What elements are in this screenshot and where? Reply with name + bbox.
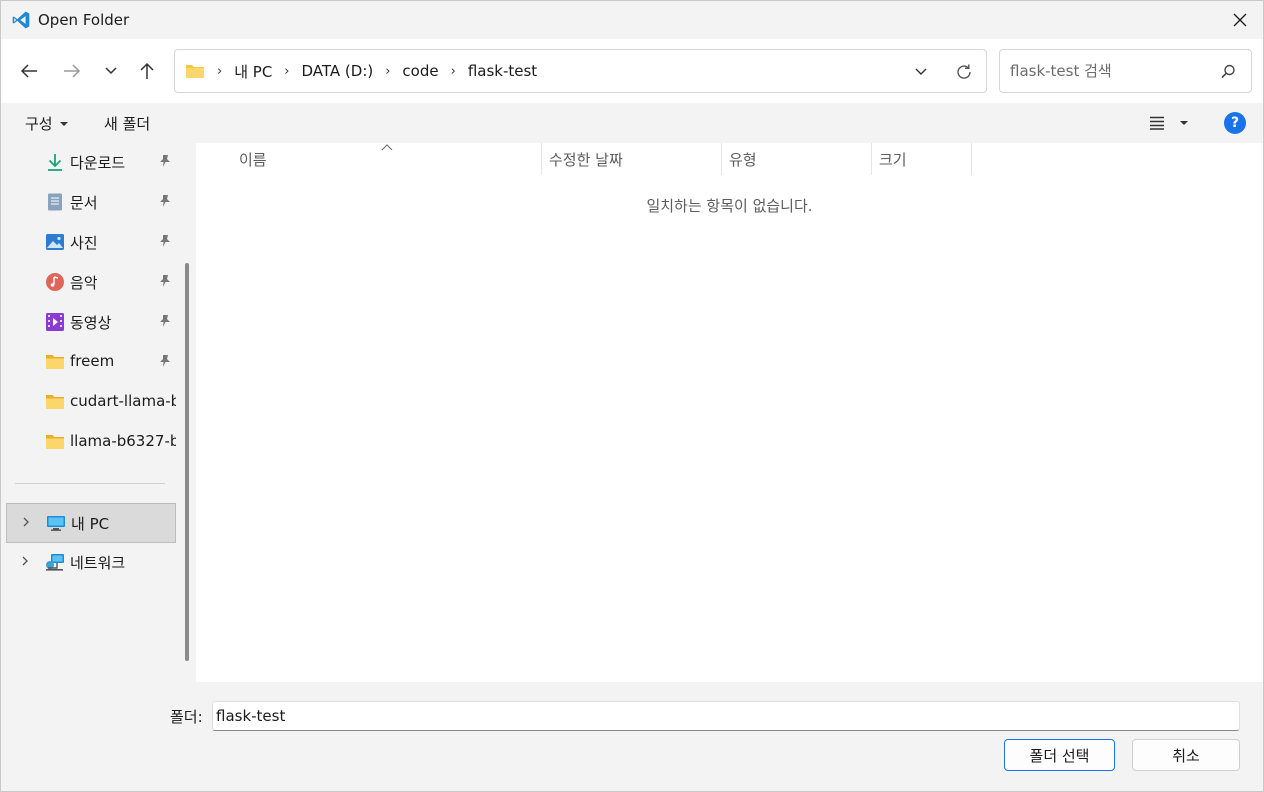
chevron-down-icon [105, 67, 117, 75]
chevron-right-icon[interactable] [20, 516, 32, 528]
column-label: 유형 [729, 150, 757, 169]
search-box [999, 49, 1252, 93]
view-options-button[interactable] [1144, 111, 1194, 135]
sidebar-item-freem[interactable]: freem [1, 343, 181, 381]
folder-icon [46, 435, 64, 449]
breadcrumb-item[interactable]: 내 PC [234, 61, 272, 82]
column-divider[interactable] [971, 143, 972, 175]
sidebar-item-videos[interactable]: 동영상 [1, 303, 181, 341]
close-icon [1233, 13, 1247, 27]
sidebar-item-downloads[interactable]: 다운로드 [1, 143, 181, 181]
organize-button[interactable]: 구성 [25, 113, 69, 134]
command-bar: 구성 새 폴더 ? [1, 103, 1263, 143]
sidebar-item-cudart[interactable]: cudart-llama-bi [1, 383, 181, 421]
caret-down-icon [59, 121, 68, 126]
refresh-icon [957, 64, 971, 79]
column-header-size[interactable]: 크기 [879, 143, 969, 175]
column-label: 크기 [879, 150, 907, 169]
sidebar-item-network[interactable]: 네트워크 [1, 543, 181, 581]
sidebar-item-label: 네트워크 [70, 554, 126, 572]
sidebar-item-documents[interactable]: 문서 [1, 183, 181, 221]
caret-down-icon [1180, 121, 1188, 125]
vscode-icon [12, 11, 30, 29]
scrollbar-thumb[interactable] [185, 263, 189, 661]
chevron-right-icon: › [450, 63, 456, 79]
empty-message: 일치하는 항목이 없습니다. [646, 197, 813, 215]
search-input[interactable] [1010, 60, 1210, 82]
title-bar: Open Folder [1, 1, 1263, 39]
organize-label: 구성 [25, 115, 53, 133]
arrow-right-icon [64, 64, 81, 78]
navigation-pane: 다운로드 문서 사진 음악 동영상 freem cudart-llama-bi … [1, 143, 196, 682]
dialog-footer: 폴더: 폴더 선택 취소 [1, 682, 1263, 791]
select-folder-button[interactable]: 폴더 선택 [1004, 739, 1115, 771]
column-header-name[interactable]: 이름 [239, 143, 539, 175]
divider [15, 483, 165, 484]
folder-label: 폴더: [170, 708, 203, 726]
address-history-button[interactable] [909, 62, 933, 82]
column-divider[interactable] [871, 143, 872, 175]
new-folder-button[interactable]: 새 폴더 [104, 113, 150, 134]
breadcrumb-item[interactable]: flask-test [468, 62, 537, 80]
folder-icon [46, 355, 64, 369]
navigation-bar: › 내 PC › DATA (D:) › code › flask-test [1, 39, 1263, 103]
sidebar-item-label: 내 PC [71, 515, 110, 533]
download-icon [48, 154, 62, 171]
folder-icon [46, 395, 64, 409]
new-folder-label: 새 폴더 [104, 115, 151, 133]
forward-button[interactable] [58, 57, 86, 85]
file-list: 이름 수정한 날짜 유형 크기 일치하는 항목이 없습니다. [196, 143, 1263, 682]
sidebar-item-label: llama-b6327-bin [70, 432, 176, 450]
search-icon[interactable] [1218, 62, 1238, 82]
pin-icon[interactable] [158, 154, 172, 168]
back-button[interactable] [15, 57, 43, 85]
column-divider[interactable] [721, 143, 722, 175]
arrow-up-icon [140, 62, 154, 79]
pin-icon[interactable] [158, 194, 172, 208]
refresh-button[interactable] [952, 60, 976, 84]
sidebar-item-this-pc[interactable]: 내 PC [6, 503, 176, 543]
column-label: 이름 [239, 150, 267, 169]
network-icon [46, 554, 64, 571]
help-button[interactable]: ? [1224, 112, 1246, 134]
column-divider[interactable] [541, 143, 542, 175]
computer-icon [47, 516, 65, 531]
document-icon [48, 193, 62, 211]
pin-icon[interactable] [158, 354, 172, 368]
help-icon: ? [1230, 115, 1240, 131]
close-button[interactable] [1217, 1, 1263, 39]
column-header-type[interactable]: 유형 [729, 143, 869, 175]
open-folder-dialog: Open Folder › 내 PC › DATA (D:) › code › … [0, 0, 1264, 792]
chevron-right-icon: › [284, 63, 290, 79]
list-view-icon [1150, 116, 1164, 130]
sidebar-item-music[interactable]: 음악 [1, 263, 181, 301]
pin-icon[interactable] [158, 314, 172, 328]
pin-icon[interactable] [158, 274, 172, 288]
pictures-icon [46, 234, 64, 250]
sidebar-item-label: cudart-llama-bi [70, 392, 176, 410]
column-header-modified[interactable]: 수정한 날짜 [549, 143, 719, 175]
music-icon [46, 273, 64, 291]
breadcrumb: › 내 PC › DATA (D:) › code › flask-test [185, 50, 537, 92]
breadcrumb-item[interactable]: code [402, 62, 438, 80]
folder-icon [186, 65, 204, 78]
arrow-left-icon [20, 64, 37, 78]
column-label: 수정한 날짜 [549, 150, 623, 169]
folder-name-input[interactable] [212, 701, 1240, 731]
sidebar-item-llama[interactable]: llama-b6327-bin [1, 423, 181, 461]
up-button[interactable] [133, 57, 161, 85]
video-icon [46, 313, 64, 331]
cancel-button[interactable]: 취소 [1132, 739, 1240, 771]
breadcrumb-item[interactable]: DATA (D:) [302, 62, 374, 80]
sidebar-item-pictures[interactable]: 사진 [1, 223, 181, 261]
chevron-right-icon: › [385, 63, 391, 79]
recent-locations-button[interactable] [97, 57, 125, 85]
chevron-down-icon [915, 68, 927, 75]
pin-icon[interactable] [158, 234, 172, 248]
chevron-right-icon: › [217, 63, 223, 79]
address-bar[interactable]: › 내 PC › DATA (D:) › code › flask-test [174, 49, 987, 93]
window-title: Open Folder [38, 11, 130, 29]
chevron-right-icon[interactable] [19, 555, 31, 567]
